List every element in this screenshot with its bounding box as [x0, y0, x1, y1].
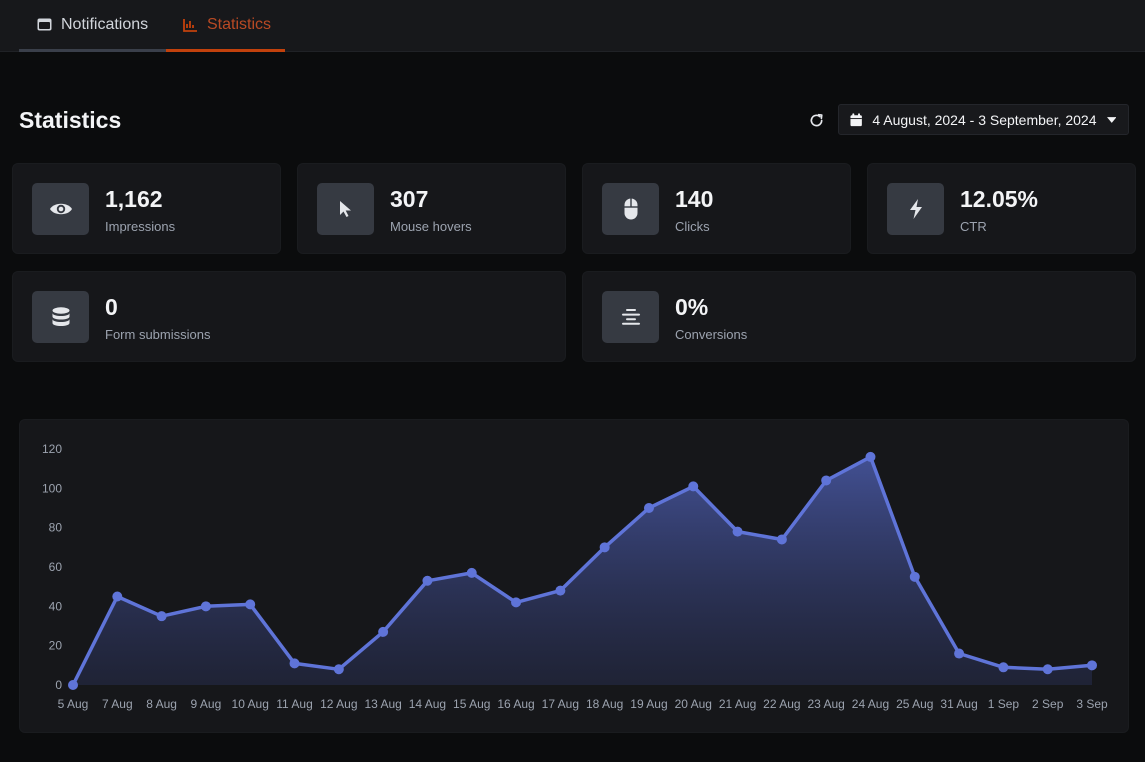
x-tick-label: 22 Aug — [763, 697, 800, 711]
x-tick-label: 31 Aug — [940, 697, 977, 711]
refresh-icon — [810, 113, 823, 126]
x-tick-label: 16 Aug — [497, 697, 534, 711]
page-title: Statistics — [19, 107, 122, 133]
x-tick-label: 12 Aug — [320, 697, 357, 711]
stat-card-conversions: 0% Conversions — [582, 271, 1136, 362]
x-tick-label: 25 Aug — [896, 697, 933, 711]
stat-card-impressions: 1,162 Impressions — [12, 163, 281, 254]
x-tick-label: 10 Aug — [232, 697, 269, 711]
data-point[interactable] — [466, 567, 477, 578]
data-point[interactable] — [909, 571, 920, 582]
chart-svg: 0 20 40 60 80 100 120 5 Aug 7 Aug 8 Aug 9 Aug 10 A… — [42, 442, 1108, 711]
stat-label: CTR — [960, 219, 987, 234]
x-tick-label: 14 Aug — [409, 697, 446, 711]
data-point[interactable] — [555, 585, 566, 596]
stat-label: Mouse hovers — [390, 219, 472, 234]
stat-card-mouse-hovers: 307 Mouse hovers — [297, 163, 566, 254]
y-tick-label: 60 — [49, 560, 63, 574]
x-tick-label: 18 Aug — [586, 697, 623, 711]
x-tick-label: 20 Aug — [675, 697, 712, 711]
refresh-button[interactable] — [806, 110, 826, 130]
data-point[interactable] — [156, 611, 167, 622]
stat-label: Form submissions — [105, 327, 211, 342]
data-point[interactable] — [1042, 664, 1053, 675]
data-point[interactable] — [511, 597, 522, 608]
stat-value: 0 — [105, 294, 118, 320]
bolt-icon — [887, 183, 944, 235]
data-point[interactable] — [378, 626, 389, 637]
y-tick-label: 120 — [42, 442, 62, 456]
data-point[interactable] — [245, 599, 256, 610]
eye-icon — [32, 183, 89, 235]
x-tick-label: 17 Aug — [542, 697, 579, 711]
calendar-icon — [850, 112, 862, 126]
stat-value: 307 — [390, 186, 429, 212]
stat-value: 140 — [675, 186, 714, 212]
database-icon — [32, 291, 89, 343]
x-tick-label: 9 Aug — [191, 697, 222, 711]
cursor-icon — [317, 183, 374, 235]
data-point[interactable] — [998, 662, 1009, 673]
stat-label: Conversions — [675, 327, 748, 342]
tab-notifications-label: Notifications — [61, 15, 149, 33]
x-tick-label: 11 Aug — [276, 697, 312, 711]
align-center-icon — [602, 291, 659, 343]
stat-value: 12.05% — [960, 186, 1039, 212]
mouse-icon — [602, 183, 659, 235]
y-tick-label: 100 — [42, 481, 62, 495]
x-tick-label: 5 Aug — [58, 697, 89, 711]
stat-value: 1,162 — [105, 186, 163, 212]
data-point[interactable] — [68, 680, 78, 690]
y-tick-label: 80 — [49, 521, 63, 535]
x-tick-label: 2 Sep — [1032, 697, 1064, 711]
x-tick-label: 19 Aug — [630, 697, 667, 711]
x-tick-label: 21 Aug — [719, 697, 756, 711]
data-point[interactable] — [200, 601, 211, 612]
chart-icon — [183, 17, 198, 33]
x-tick-label: 7 Aug — [102, 697, 133, 711]
stat-label: Impressions — [105, 219, 176, 234]
date-range-picker[interactable]: 4 August, 2024 - 3 September, 2024 — [838, 104, 1129, 135]
tab-statistics-label: Statistics — [207, 15, 272, 33]
data-point[interactable] — [289, 658, 300, 669]
y-tick-label: 40 — [49, 599, 63, 613]
data-point[interactable] — [599, 542, 610, 553]
x-tick-label: 15 Aug — [453, 697, 490, 711]
data-point[interactable] — [643, 503, 654, 513]
window-icon — [36, 17, 52, 33]
x-tick-label: 1 Sep — [988, 697, 1020, 711]
y-tick-label: 20 — [49, 639, 63, 653]
x-tick-label: 23 Aug — [807, 697, 844, 711]
caret-down-icon — [1106, 116, 1116, 123]
data-point[interactable] — [776, 534, 787, 545]
data-point[interactable] — [1087, 660, 1097, 671]
stat-label: Clicks — [675, 219, 710, 234]
tab-statistics[interactable]: Statistics — [166, 0, 285, 52]
y-tick-label: 0 — [55, 678, 62, 692]
stat-card-form-submissions: 0 Form submissions — [12, 271, 566, 362]
data-point[interactable] — [422, 575, 433, 586]
x-tick-label: 13 Aug — [364, 697, 401, 711]
data-point[interactable] — [732, 526, 743, 537]
x-tick-label: 3 Sep — [1076, 697, 1108, 711]
data-point[interactable] — [333, 664, 344, 675]
data-point[interactable] — [865, 451, 876, 462]
stat-value: 0% — [675, 294, 709, 320]
data-point[interactable] — [954, 648, 965, 659]
data-point[interactable] — [821, 475, 832, 486]
data-point[interactable] — [688, 481, 699, 492]
x-tick-label: 24 Aug — [852, 697, 889, 711]
statistics-chart: 0 20 40 60 80 100 120 5 Aug 7 Aug 8 Aug 9 Aug 10 A… — [19, 419, 1129, 733]
stat-card-ctr: 12.05% CTR — [867, 163, 1136, 254]
data-point[interactable] — [112, 591, 123, 602]
tab-bar: Notifications Statistics — [0, 0, 1145, 52]
tab-notifications[interactable]: Notifications — [19, 0, 166, 52]
x-tick-label: 8 Aug — [146, 697, 177, 711]
stat-card-clicks: 140 Clicks — [582, 163, 851, 254]
date-range-text: 4 August, 2024 - 3 September, 2024 — [872, 111, 1097, 128]
